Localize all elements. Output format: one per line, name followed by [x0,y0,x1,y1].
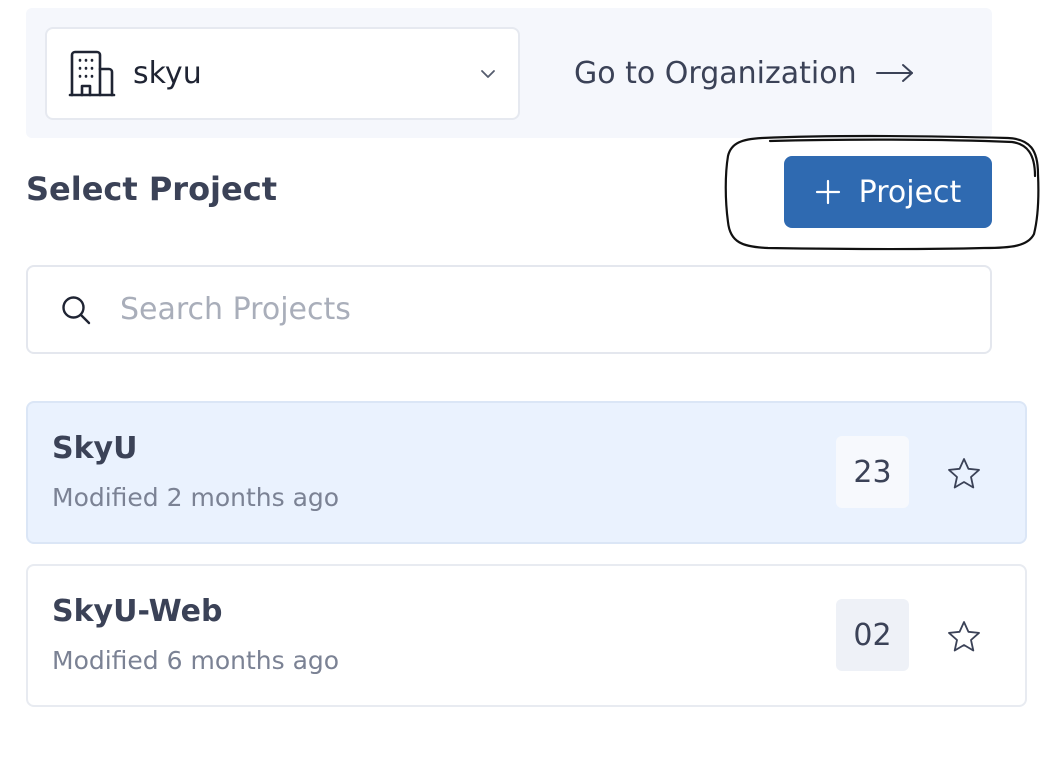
organization-select[interactable]: skyu [45,27,520,120]
project-modified: Modified 2 months ago [52,483,340,512]
add-project-label: Project [858,174,962,210]
star-icon[interactable] [946,619,982,655]
project-name: SkyU-Web [52,594,223,629]
plus-icon [815,179,840,205]
organization-name: skyu [133,56,202,91]
project-card-skyu-web[interactable]: SkyU-Web Modified 6 months ago 02 [26,564,1027,707]
chevron-down-icon [481,69,495,78]
project-count-badge: 02 [836,599,909,671]
search-input[interactable] [120,292,990,327]
go-to-organization-label: Go to Organization [574,55,857,91]
search-box [26,265,992,354]
project-name: SkyU [52,431,138,466]
star-icon[interactable] [946,456,982,492]
building-icon [68,50,116,96]
search-icon [62,295,91,324]
project-count-badge: 23 [836,436,909,508]
add-project-button[interactable]: Project [784,156,992,228]
arrow-right-icon [875,64,913,82]
page-title: Select Project [26,170,277,208]
project-modified: Modified 6 months ago [52,646,340,675]
go-to-organization-link[interactable]: Go to Organization [574,52,915,94]
project-card-skyu[interactable]: SkyU Modified 2 months ago 23 [26,401,1027,544]
